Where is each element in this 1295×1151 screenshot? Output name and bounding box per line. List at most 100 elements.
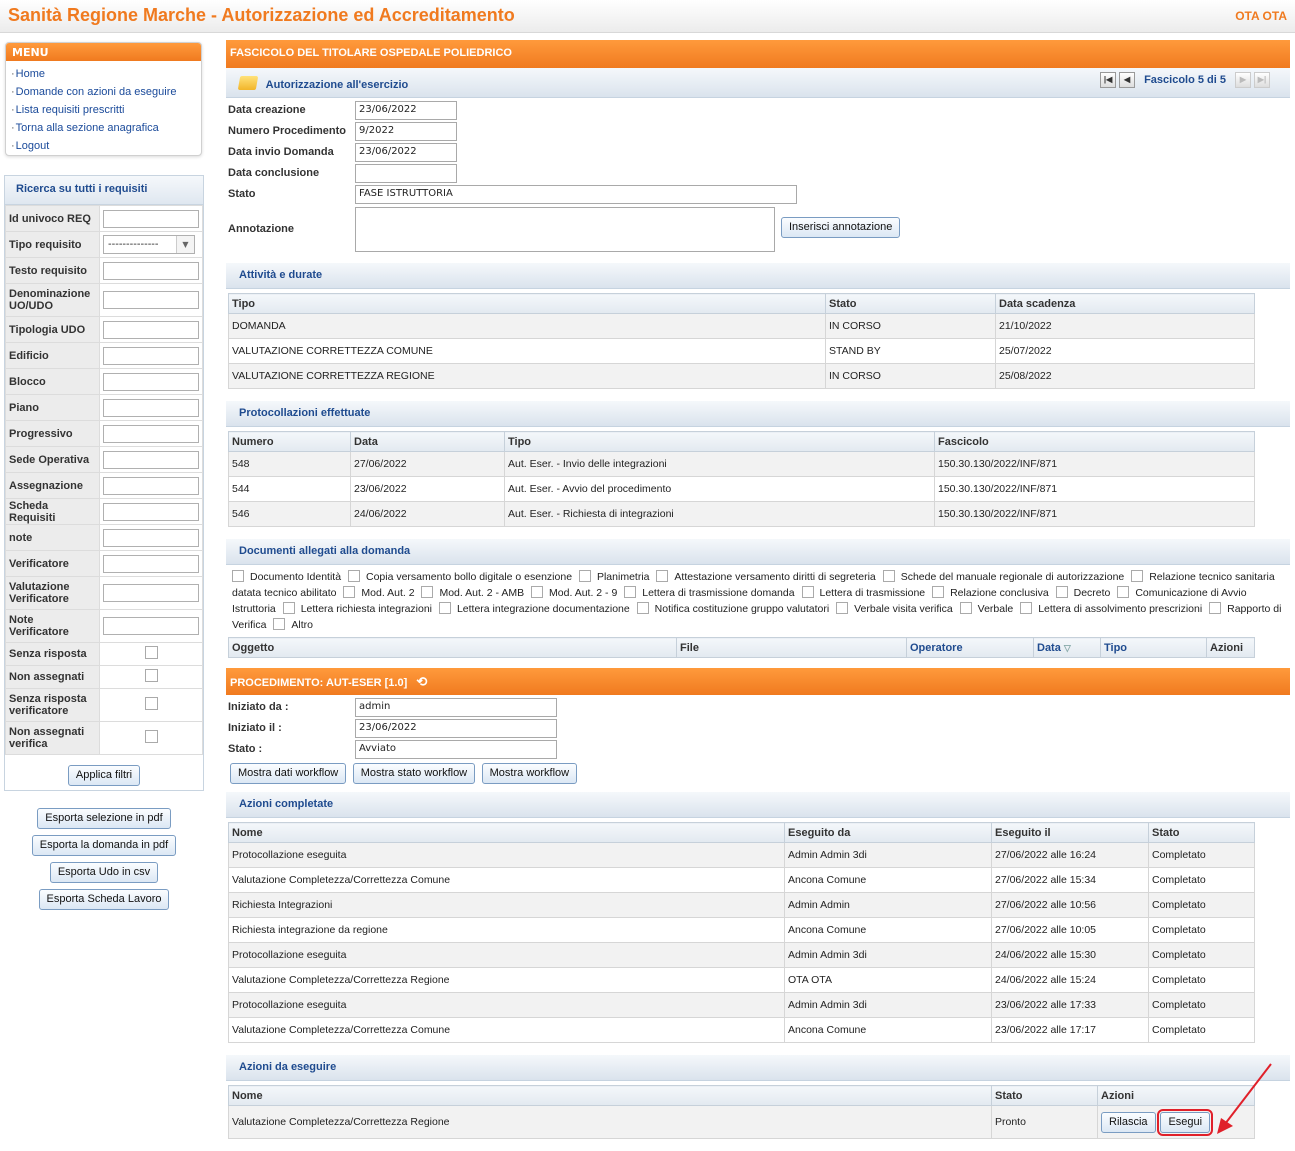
filter-scheda-input[interactable] xyxy=(103,502,199,521)
menu-item-logout[interactable]: Logout xyxy=(11,137,201,155)
export-selection-pdf-button[interactable]: Esporta selezione in pdf xyxy=(37,808,171,829)
filter-label: Verificatore xyxy=(5,550,100,577)
filter-blocco-input[interactable] xyxy=(103,372,199,391)
export-udo-csv-button[interactable]: Esporta Udo in csv xyxy=(49,862,159,883)
cell: 548 xyxy=(228,451,351,477)
doc-checkbox[interactable] xyxy=(656,570,669,582)
refresh-icon[interactable]: ⟲ xyxy=(416,674,427,689)
cell: OTA OTA xyxy=(784,967,992,993)
table-row: DOMANDA IN CORSO 21/10/2022 xyxy=(228,313,1255,339)
first-page-icon[interactable]: |◀ xyxy=(1100,72,1117,88)
doc-checkbox[interactable] xyxy=(1020,602,1033,614)
doc-checkbox[interactable] xyxy=(624,586,637,598)
doc-checkbox[interactable] xyxy=(801,586,814,598)
azioni-completate-table: Nome Eseguito da Eseguito il Stato Proto… xyxy=(228,822,1255,1043)
mostra-workflow-button[interactable]: Mostra workflow xyxy=(481,763,578,784)
doc-checkbox[interactable] xyxy=(421,586,434,598)
fascicolo-title: FASCICOLO DEL TITOLARE OSPEDALE POLIEDRI… xyxy=(226,40,1290,68)
filter-label: Piano xyxy=(5,394,100,421)
filter-note-input[interactable] xyxy=(103,528,199,547)
fascicolo-pager: |◀ ◀ Fascicolo 5 di 5 ▶ ▶| xyxy=(1100,72,1270,88)
filter-denominazione-input[interactable] xyxy=(103,291,199,309)
doc-checkbox[interactable] xyxy=(932,586,945,598)
filter-valutazione-input[interactable] xyxy=(103,584,199,602)
data-invio-field[interactable]: 23/06/2022 xyxy=(355,143,457,162)
doc-checkbox[interactable] xyxy=(959,602,972,614)
filter-testo-input[interactable] xyxy=(103,261,199,280)
col-header-sortable[interactable]: Data ▽ xyxy=(1033,637,1101,658)
export-domanda-pdf-button[interactable]: Esporta la domanda in pdf xyxy=(31,835,177,856)
doc-checkbox[interactable] xyxy=(232,570,244,582)
doc-checkbox[interactable] xyxy=(347,570,360,582)
doc-checkbox[interactable] xyxy=(1055,586,1068,598)
filter-non-assegnati-ver-checkbox[interactable] xyxy=(144,730,158,743)
annotation-textarea[interactable] xyxy=(355,207,775,252)
menu-item-home[interactable]: Home xyxy=(11,65,201,83)
col-header[interactable]: Operatore xyxy=(906,637,1034,658)
filter-label: Testo requisito xyxy=(5,257,100,284)
table-row: Valutazione Completezza/Correttezza Comu… xyxy=(228,1017,1255,1043)
esegui-button[interactable]: Esegui xyxy=(1157,1108,1214,1136)
cell: Richiesta Integrazioni xyxy=(228,892,785,918)
doc-checkbox[interactable] xyxy=(578,570,591,582)
filter-piano-input[interactable] xyxy=(103,398,199,417)
filter-id-req-input[interactable] xyxy=(103,209,199,228)
filter-verificatore-input[interactable] xyxy=(103,554,199,573)
data-creazione-field[interactable]: 23/06/2022 xyxy=(355,101,457,120)
filter-senza-risposta-checkbox[interactable] xyxy=(144,646,158,659)
filter-note-verificatore-input[interactable] xyxy=(103,617,199,635)
numero-procedimento-field[interactable]: 9/2022 xyxy=(355,122,457,141)
filter-non-assegnati-checkbox[interactable] xyxy=(144,669,158,682)
mostra-dati-workflow-button[interactable]: Mostra dati workflow xyxy=(230,763,347,784)
export-scheda-lavoro-button[interactable]: Esporta Scheda Lavoro xyxy=(38,889,170,910)
iniziato-il-field[interactable]: 23/06/2022 xyxy=(355,719,557,738)
insert-annotation-button[interactable]: Inserisci annotazione xyxy=(781,217,901,238)
stato-field[interactable]: FASE ISTRUTTORIA xyxy=(355,185,797,204)
menu-item-anagrafica[interactable]: Torna alla sezione anagrafica xyxy=(11,119,201,137)
doc-checkbox[interactable] xyxy=(636,602,649,614)
doc-checkbox[interactable] xyxy=(343,586,356,598)
stato-procedimento-field[interactable]: Avviato xyxy=(355,740,557,759)
filter-assegnazione-input[interactable] xyxy=(103,476,199,495)
cell: 25/08/2022 xyxy=(995,363,1255,389)
filter-tipologia-input[interactable] xyxy=(103,320,199,339)
apply-filters-button[interactable]: Applica filtri xyxy=(67,765,141,786)
last-page-icon[interactable]: ▶| xyxy=(1254,72,1270,88)
filter-label: Non assegnati xyxy=(5,665,100,689)
iniziato-da-field[interactable]: admin xyxy=(355,698,557,717)
azioni-da-eseguire-header: Azioni da eseguire xyxy=(226,1055,1290,1081)
field-label: Stato : xyxy=(228,743,263,755)
filter-sede-input[interactable] xyxy=(103,450,199,469)
filter-label: Tipo requisito xyxy=(5,231,100,258)
col-header[interactable]: Tipo xyxy=(1100,637,1207,658)
export-buttons: Esporta selezione in pdf Esporta la doma… xyxy=(4,808,204,916)
next-page-icon[interactable]: ▶ xyxy=(1235,72,1251,88)
doc-checkbox[interactable] xyxy=(836,602,849,614)
doc-checkbox[interactable] xyxy=(282,602,295,614)
rilascia-button[interactable]: Rilascia xyxy=(1101,1111,1156,1133)
doc-checkbox[interactable] xyxy=(1209,602,1222,614)
menu-item-domande[interactable]: Domande con azioni da eseguire xyxy=(11,83,201,101)
doc-checkbox[interactable] xyxy=(438,602,451,614)
field-label: Data invio Domanda xyxy=(228,146,334,158)
field-label: Data creazione xyxy=(228,104,306,116)
filter-edificio-input[interactable] xyxy=(103,346,199,365)
doc-checkbox[interactable] xyxy=(1131,570,1144,582)
cell: DOMANDA xyxy=(228,313,826,339)
mostra-stato-workflow-button[interactable]: Mostra stato workflow xyxy=(352,763,476,784)
menu-item-lista-requisiti[interactable]: Lista requisiti prescritti xyxy=(11,101,201,119)
doc-checkbox[interactable] xyxy=(882,570,895,582)
field-label: Data conclusione xyxy=(228,167,320,179)
filter-progressivo-input[interactable] xyxy=(103,424,199,443)
cell: VALUTAZIONE CORRETTEZZA REGIONE xyxy=(228,363,826,389)
prev-page-icon[interactable]: ◀ xyxy=(1119,72,1136,88)
doc-label: Decreto xyxy=(1073,587,1111,599)
col-header: Data scadenza xyxy=(995,293,1255,314)
doc-checkbox[interactable] xyxy=(1117,586,1130,598)
doc-checkbox[interactable] xyxy=(273,618,286,630)
data-conclusione-field[interactable] xyxy=(355,164,457,183)
filter-tipo-requisito-select[interactable]: -------------- ▼ xyxy=(103,235,195,254)
doc-checkbox[interactable] xyxy=(531,586,544,598)
col-header: Stato xyxy=(825,293,996,314)
filter-senza-risposta-ver-checkbox[interactable] xyxy=(144,697,158,710)
